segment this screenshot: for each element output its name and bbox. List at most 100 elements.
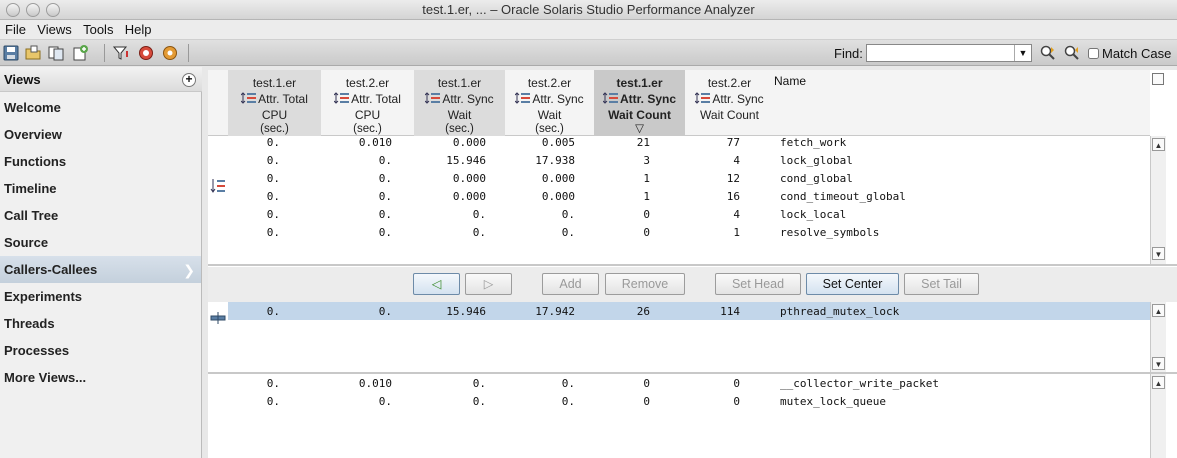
set-tail-label: Set Tail (921, 277, 962, 291)
column-header[interactable]: test.2.er Attr. Sync Wait (sec.) (505, 70, 594, 136)
column-chooser-icon[interactable] (1152, 73, 1164, 85)
add-view-icon[interactable]: + (182, 73, 196, 87)
column-header-name[interactable]: Name (774, 74, 806, 88)
center-scrollbar[interactable]: ▲ ▼ (1150, 302, 1166, 372)
table-row[interactable]: 0. 0. 0.000 0.000 1 12 cond_global (228, 169, 1150, 187)
menu-file[interactable]: File (1, 20, 30, 39)
add-button-label: Add (559, 277, 582, 291)
save-icon[interactable] (3, 45, 19, 61)
cell: 17.942 (535, 305, 575, 318)
view-source[interactable]: Source (0, 229, 201, 256)
forward-button[interactable]: ▷ (465, 273, 512, 295)
set-head-button[interactable]: Set Head (715, 273, 801, 295)
scroll-down-icon[interactable]: ▼ (1152, 357, 1165, 370)
view-label: Timeline (4, 181, 57, 196)
view-more[interactable]: More Views... (0, 364, 201, 391)
view-functions[interactable]: Functions (0, 148, 201, 175)
view-welcome[interactable]: Welcome (0, 94, 201, 121)
view-experiments[interactable]: Experiments (0, 283, 201, 310)
pane-splitter[interactable] (208, 264, 1177, 266)
selected-table-row[interactable]: 0. 0. 15.946 17.942 26 114 pthread_mutex… (228, 302, 1150, 320)
close-window-button[interactable] (6, 3, 20, 17)
cell: 0. (378, 172, 392, 185)
callees-scrollbar[interactable]: ▲ (1150, 374, 1166, 458)
view-threads[interactable]: Threads (0, 310, 201, 337)
view-label: Welcome (4, 100, 61, 115)
function-name: cond_global (780, 172, 853, 185)
scroll-up-icon[interactable]: ▲ (1152, 376, 1165, 389)
add-experiment-icon[interactable] (72, 45, 88, 61)
cell: 21 (636, 136, 650, 149)
find-previous-icon[interactable] (1040, 45, 1056, 61)
cell: 0. (266, 305, 280, 318)
cell: 0. (266, 136, 280, 149)
function-name: lock_local (780, 208, 847, 221)
find-dropdown-button[interactable]: ▼ (1014, 45, 1031, 61)
cell: 0 (643, 226, 650, 239)
cell: 0. (266, 395, 280, 408)
minimize-window-button[interactable] (26, 3, 40, 17)
callers-scrollbar[interactable]: ▲ ▼ (1150, 136, 1166, 264)
cell: 0. (472, 395, 486, 408)
cell: 0 (733, 395, 740, 408)
zoom-window-button[interactable] (46, 3, 60, 17)
add-button[interactable]: Add (542, 273, 599, 295)
filter-icon[interactable] (113, 45, 129, 61)
scroll-up-icon[interactable]: ▲ (1152, 304, 1165, 317)
scroll-up-icon[interactable]: ▲ (1152, 138, 1165, 151)
column-header[interactable]: test.2.er Attr. Total CPU (sec.) (321, 70, 414, 136)
view-label: Overview (4, 127, 62, 142)
find-input[interactable] (866, 44, 1032, 62)
cell: 4 (733, 154, 740, 167)
menu-tools[interactable]: Tools (79, 20, 117, 39)
table-row[interactable]: 0. 0. 0. 0. 0 4 lock_local (228, 205, 1150, 223)
table-row[interactable]: 0. 0.010 0. 0. 0 0 __collector_write_pac… (228, 374, 1150, 392)
table-row[interactable]: 0. 0. 15.946 17.938 3 4 lock_global (228, 151, 1150, 169)
cell: 0. (266, 190, 280, 203)
match-case-check[interactable] (1088, 48, 1099, 59)
column-header-sorted[interactable]: test.1.er Attr. Sync Wait Count ▽ (594, 70, 685, 136)
view-timeline[interactable]: Timeline (0, 175, 201, 202)
view-callers-callees[interactable]: Callers-Callees ❯ (0, 256, 201, 283)
menu-views[interactable]: Views (33, 20, 75, 39)
table-row[interactable]: 0. 0. 0.000 0.000 1 16 cond_timeout_glob… (228, 187, 1150, 205)
column-metric: Attr. Sync (619, 92, 676, 106)
compare-icon[interactable] (48, 45, 64, 61)
settings-icon[interactable] (162, 45, 178, 61)
menu-help[interactable]: Help (121, 20, 156, 39)
cell: 0. (561, 226, 575, 239)
column-metric-type: Wait (447, 108, 472, 122)
find-next-icon[interactable] (1064, 45, 1080, 61)
collect-icon[interactable] (138, 45, 154, 61)
column-experiment: test.2.er (345, 76, 390, 90)
column-header[interactable]: test.2.er Attr. Sync Wait Count (685, 70, 774, 136)
cell: 0. (561, 395, 575, 408)
cell: 0. (266, 154, 280, 167)
column-header[interactable]: test.1.er Attr. Total CPU (sec.) (228, 70, 321, 136)
view-processes[interactable]: Processes (0, 337, 201, 364)
table-row[interactable]: 0. 0. 0. 0. 0 0 mutex_lock_queue (228, 392, 1150, 410)
view-call-tree[interactable]: Call Tree (0, 202, 201, 229)
center-function-icon (210, 312, 226, 324)
match-case-checkbox[interactable]: Match Case (1088, 46, 1171, 61)
back-button[interactable]: ◁ (413, 273, 460, 295)
column-experiment: test.1.er (437, 76, 482, 90)
metric-icon (695, 92, 711, 104)
remove-button[interactable]: Remove (605, 273, 685, 295)
set-center-button[interactable]: Set Center (806, 273, 899, 295)
cell: 1 (733, 226, 740, 239)
cell: 0. (266, 226, 280, 239)
open-icon[interactable] (25, 45, 41, 61)
view-overview[interactable]: Overview (0, 121, 201, 148)
table-row[interactable]: 0. 0. 0. 0. 0 1 resolve_symbols (228, 223, 1150, 241)
cell: 0. (378, 305, 392, 318)
column-experiment: test.1.er (252, 76, 297, 90)
cell: 0 (643, 395, 650, 408)
column-header[interactable]: test.1.er Attr. Sync Wait (sec.) (414, 70, 505, 136)
scroll-down-icon[interactable]: ▼ (1152, 247, 1165, 260)
set-tail-button[interactable]: Set Tail (904, 273, 979, 295)
callers-icon (210, 179, 225, 193)
set-head-label: Set Head (731, 277, 785, 291)
function-name: lock_global (780, 154, 853, 167)
table-row[interactable]: 0. 0.010 0.000 0.005 21 77 fetch_work (228, 133, 1150, 151)
